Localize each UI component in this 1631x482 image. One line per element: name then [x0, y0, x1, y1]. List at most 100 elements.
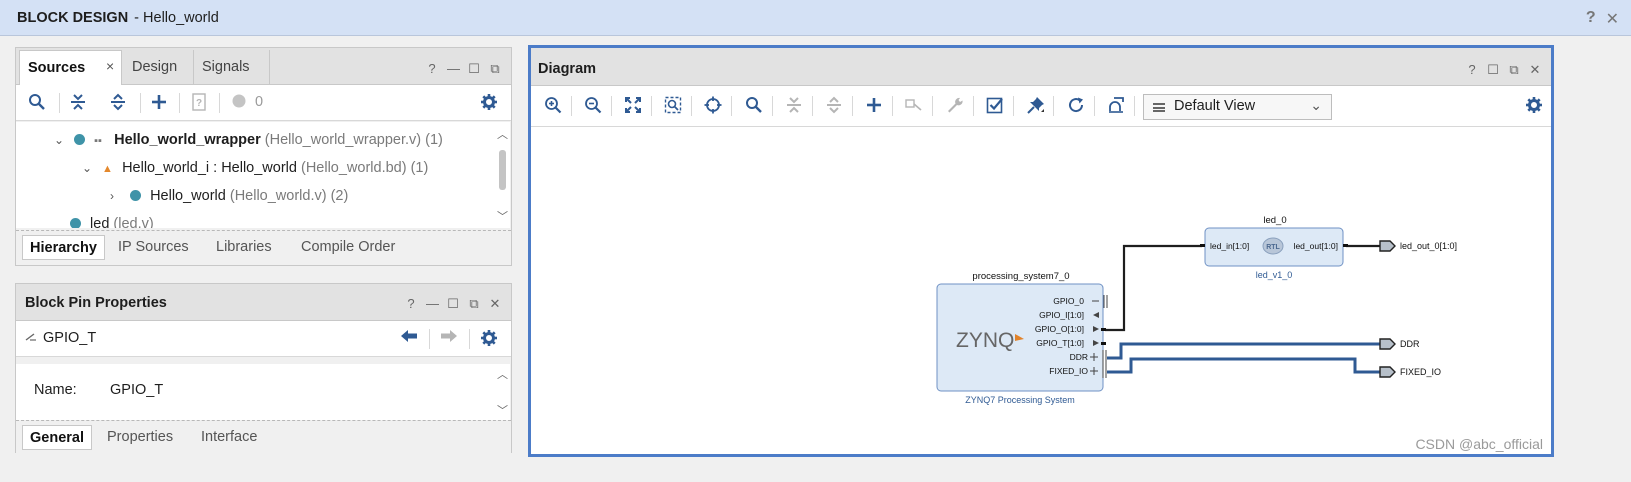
optimize-routing-icon[interactable] [1106, 96, 1126, 116]
tree-row[interactable]: led (led.v) [70, 211, 154, 228]
help-icon[interactable]: ? [1586, 9, 1596, 29]
center-icon[interactable] [703, 96, 723, 116]
close-icon[interactable]: ✕ [1606, 9, 1619, 29]
port-gpio-o[interactable]: GPIO_O[1:0] [1035, 324, 1084, 334]
toolbar-divider [892, 96, 893, 116]
tab-sources-label: Sources [28, 60, 86, 76]
properties-scrollbar[interactable]: ︿ ﹀ [495, 364, 510, 420]
add-sources-icon[interactable] [149, 93, 169, 113]
help-icon[interactable]: ? [1466, 62, 1478, 78]
collapse-all-icon[interactable] [784, 96, 804, 116]
led-block-title: led_0 [1263, 215, 1286, 226]
net-ddr[interactable] [1107, 342, 1380, 360]
ps-block-title: processing_system7_0 [972, 271, 1069, 282]
zoom-out-icon[interactable] [583, 96, 603, 116]
pin-icon[interactable] [1026, 96, 1046, 116]
scrollbar-thumb[interactable] [499, 150, 506, 190]
source-tree: ⌄ ▪▪ Hello_world_wrapper (Hello_world_wr… [16, 122, 495, 228]
tab-libraries[interactable]: Libraries [209, 235, 279, 260]
port-fixed-io[interactable]: FIXED_IO [1049, 366, 1088, 376]
float-icon[interactable]: ⧉ [1508, 62, 1520, 78]
scroll-down-icon[interactable]: ﹀ [495, 208, 510, 224]
collapse-all-icon[interactable] [68, 93, 88, 113]
toolbar-divider [219, 93, 220, 113]
back-arrow-icon[interactable] [399, 329, 419, 349]
external-port-led-out[interactable]: led_out_0[1:0] [1379, 240, 1457, 252]
diagram-title-bar: Diagram ? ☐ ⧉ ✕ [531, 48, 1551, 86]
port-led-in[interactable]: led_in[1:0] [1210, 241, 1249, 251]
tab-design-label: Design [132, 59, 178, 75]
close-icon[interactable]: ✕ [489, 296, 501, 312]
file-info-icon[interactable]: ? [189, 93, 209, 113]
make-connection-icon[interactable] [904, 96, 924, 116]
tree-row[interactable]: ⌄ ▲ Hello_world_i : Hello_world (Hello_w… [82, 155, 428, 181]
maximize-icon[interactable]: ☐ [447, 296, 459, 312]
block-design-icon: ▲ [102, 163, 113, 175]
minimize-icon[interactable]: — [447, 61, 460, 77]
add-ip-icon[interactable] [864, 96, 884, 116]
regenerate-layout-icon[interactable] [1066, 96, 1086, 116]
chevron-right-icon[interactable]: › [110, 183, 126, 209]
expand-all-icon[interactable] [824, 96, 844, 116]
tree-row[interactable]: › Hello_world (Hello_world.v) (2) [110, 183, 348, 209]
validate-design-icon[interactable] [985, 96, 1005, 116]
gear-icon[interactable] [479, 93, 499, 113]
view-select[interactable]: Default View ⌄ [1143, 94, 1332, 120]
fit-view-icon[interactable] [623, 96, 643, 116]
tab-hierarchy[interactable]: Hierarchy [22, 235, 105, 260]
led-block[interactable]: led_0 led_in[1:0] led_out[1:0] RTL led_v… [1200, 215, 1348, 280]
tree-row[interactable]: ⌄ ▪▪ Hello_world_wrapper (Hello_world_wr… [54, 127, 443, 153]
external-port-ddr[interactable]: DDR [1379, 338, 1420, 350]
maximize-icon[interactable]: ☐ [468, 61, 480, 77]
float-icon[interactable]: ⧉ [489, 61, 501, 77]
net-gpio-to-led[interactable] [1105, 244, 1202, 332]
port-led-out[interactable]: led_out[1:0] [1294, 241, 1338, 251]
scroll-up-icon[interactable]: ︿ [495, 366, 510, 382]
chevron-down-icon[interactable]: ⌄ [54, 127, 70, 153]
tab-signals[interactable]: Signals [194, 50, 270, 85]
toolbar-divider [1134, 96, 1135, 116]
external-port-fixed-io[interactable]: FIXED_IO [1379, 366, 1441, 378]
tab-sources-close-icon[interactable]: × [106, 58, 114, 74]
sources-bottom-tabs: Hierarchy IP Sources Libraries Compile O… [16, 230, 511, 263]
tree-scrollbar[interactable]: ︿ ﹀ [495, 122, 510, 228]
scroll-up-icon[interactable]: ︿ [495, 126, 510, 142]
port-ddr[interactable]: DDR [1070, 352, 1088, 362]
expand-all-icon[interactable] [108, 93, 128, 113]
pin-selector: GPIO_T [25, 330, 96, 346]
tab-ip-sources[interactable]: IP Sources [111, 235, 196, 260]
source-status-dot [130, 190, 142, 201]
forward-arrow-icon[interactable] [439, 329, 459, 349]
gear-icon[interactable] [479, 329, 499, 349]
wrench-icon[interactable] [945, 96, 965, 116]
help-icon[interactable]: ? [426, 61, 438, 77]
toolbar-divider [1053, 96, 1054, 116]
tab-interface[interactable]: Interface [194, 425, 264, 450]
toolbar-divider [691, 96, 692, 116]
chevron-down-icon[interactable]: ⌄ [82, 155, 98, 181]
tab-design[interactable]: Design [124, 50, 194, 85]
close-icon[interactable]: ✕ [1529, 62, 1541, 78]
help-icon[interactable]: ? [405, 296, 417, 312]
net-fixed-io[interactable] [1107, 357, 1380, 374]
search-icon[interactable] [27, 93, 47, 113]
tab-general[interactable]: General [22, 425, 92, 450]
gear-icon[interactable] [1524, 96, 1544, 116]
minimize-icon[interactable]: — [426, 296, 439, 312]
search-icon[interactable] [744, 96, 764, 116]
toolbar-divider [429, 329, 430, 349]
diagram-toolbar: Default View ⌄ [531, 86, 1551, 127]
tab-compile-order[interactable]: Compile Order [294, 235, 402, 260]
port-gpio-0[interactable]: GPIO_0 [1053, 296, 1084, 306]
zynq-ps-block[interactable]: processing_system7_0 ZYNQ GPIO_0 GPIO_I[… [936, 271, 1108, 405]
scroll-down-icon[interactable]: ﹀ [495, 402, 510, 418]
external-port-label: DDR [1400, 339, 1420, 349]
diagram-canvas[interactable]: processing_system7_0 ZYNQ GPIO_0 GPIO_I[… [531, 128, 1551, 454]
maximize-icon[interactable]: ☐ [1487, 62, 1499, 78]
zoom-area-icon[interactable] [663, 96, 683, 116]
zoom-in-icon[interactable] [543, 96, 563, 116]
float-icon[interactable]: ⧉ [468, 296, 480, 312]
port-gpio-t[interactable]: GPIO_T[1:0] [1036, 338, 1084, 348]
port-gpio-i[interactable]: GPIO_I[1:0] [1039, 310, 1084, 320]
tab-properties[interactable]: Properties [100, 425, 180, 450]
